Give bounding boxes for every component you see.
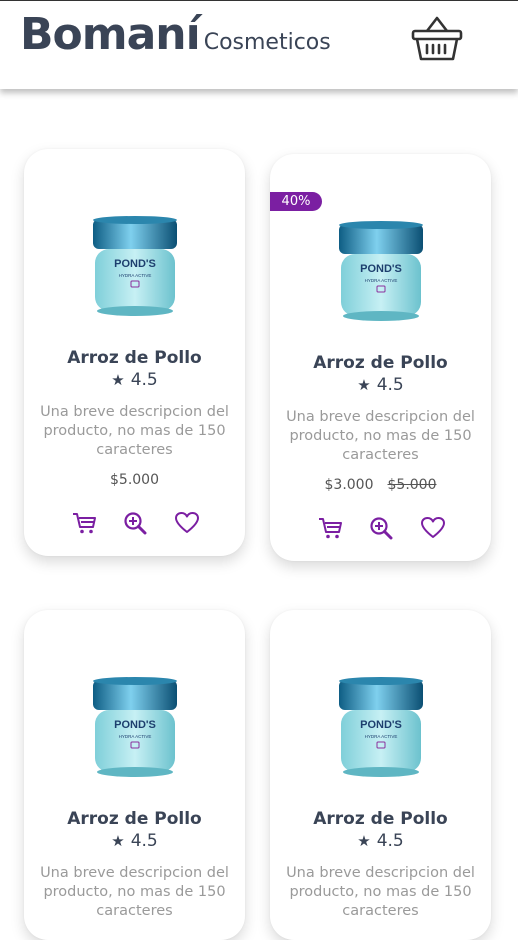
rating-value: 4.5 bbox=[376, 831, 404, 851]
star-icon: ★ bbox=[111, 832, 125, 850]
zoom-in-icon[interactable] bbox=[123, 511, 149, 535]
brand-logo[interactable]: Bomaní Cosmeticos bbox=[20, 9, 331, 60]
rating-value: 4.5 bbox=[130, 831, 158, 851]
product-old-price: $5.000 bbox=[387, 477, 437, 493]
add-to-cart-icon[interactable] bbox=[318, 516, 344, 540]
rating-value: 4.5 bbox=[376, 375, 404, 395]
add-to-cart-icon[interactable] bbox=[72, 511, 98, 535]
brand-subtitle: Cosmeticos bbox=[203, 30, 331, 55]
star-icon: ★ bbox=[357, 832, 371, 850]
product-actions bbox=[72, 511, 200, 535]
product-image[interactable]: POND'S HYDRA ACTIVE bbox=[335, 220, 427, 324]
zoom-in-icon[interactable] bbox=[369, 516, 395, 540]
product-price: $5.000 bbox=[110, 472, 159, 488]
product-description: Una breve descripcion del producto, no m… bbox=[286, 865, 475, 919]
product-card[interactable]: 40% POND'S HYDRA ACTIVE Arroz de Pollo ★… bbox=[270, 154, 491, 561]
product-card[interactable]: POND'S HYDRA ACTIVE Arroz de Pollo ★ 4.5 … bbox=[24, 149, 245, 556]
svg-text:HYDRA ACTIVE: HYDRA ACTIVE bbox=[365, 734, 398, 739]
header: Bomaní Cosmeticos bbox=[0, 0, 518, 89]
heart-icon[interactable] bbox=[420, 516, 446, 540]
product-rating: ★ 4.5 bbox=[24, 831, 245, 851]
product-image[interactable]: POND'S HYDRA ACTIVE bbox=[335, 676, 427, 780]
product-title: Arroz de Pollo bbox=[67, 809, 202, 829]
product-rating: ★ 4.5 bbox=[270, 831, 491, 851]
svg-text:POND'S: POND'S bbox=[360, 263, 402, 275]
product-image[interactable]: POND'S HYDRA ACTIVE bbox=[89, 676, 181, 780]
svg-text:POND'S: POND'S bbox=[360, 719, 402, 731]
svg-text:HYDRA ACTIVE: HYDRA ACTIVE bbox=[119, 273, 152, 278]
product-card[interactable]: POND'S HYDRA ACTIVE Arroz de Pollo ★ 4.5 … bbox=[24, 610, 245, 940]
product-card[interactable]: POND'S HYDRA ACTIVE Arroz de Pollo ★ 4.5 … bbox=[270, 610, 491, 940]
svg-text:HYDRA ACTIVE: HYDRA ACTIVE bbox=[119, 734, 152, 739]
price-row: $5.000 bbox=[24, 472, 245, 488]
product-price: $3.000 bbox=[324, 477, 374, 493]
product-title: Arroz de Pollo bbox=[313, 353, 448, 373]
product-description: Una breve descripcion del producto, no m… bbox=[286, 409, 475, 463]
product-rating: ★ 4.5 bbox=[270, 375, 491, 395]
product-image[interactable]: POND'S HYDRA ACTIVE bbox=[89, 215, 181, 319]
svg-text:POND'S: POND'S bbox=[114, 258, 156, 270]
svg-text:POND'S: POND'S bbox=[114, 719, 156, 731]
rating-value: 4.5 bbox=[130, 370, 158, 390]
heart-icon[interactable] bbox=[174, 511, 200, 535]
product-rating: ★ 4.5 bbox=[24, 370, 245, 390]
product-title: Arroz de Pollo bbox=[67, 348, 202, 368]
product-description: Una breve descripcion del producto, no m… bbox=[40, 865, 229, 919]
price-row: $3.000 $5.000 bbox=[270, 477, 491, 493]
basket-icon[interactable] bbox=[410, 15, 464, 63]
star-icon: ★ bbox=[111, 371, 125, 389]
svg-text:HYDRA ACTIVE: HYDRA ACTIVE bbox=[365, 278, 398, 283]
discount-badge: 40% bbox=[270, 192, 322, 211]
product-title: Arroz de Pollo bbox=[313, 809, 448, 829]
star-icon: ★ bbox=[357, 376, 371, 394]
product-description: Una breve descripcion del producto, no m… bbox=[40, 404, 229, 458]
product-actions bbox=[318, 516, 446, 540]
brand-name: Bomaní bbox=[20, 9, 201, 60]
